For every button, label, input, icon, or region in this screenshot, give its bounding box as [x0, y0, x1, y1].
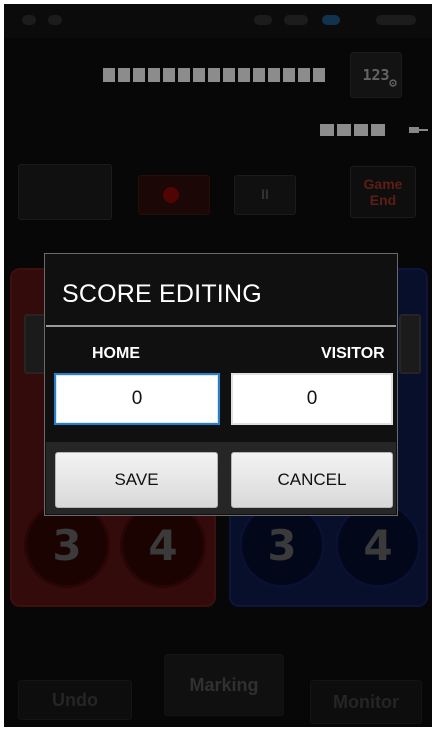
dialog-divider — [46, 325, 396, 327]
visitor-label: VISITOR — [321, 345, 385, 362]
dialog-title: SCORE EDITING — [62, 280, 262, 308]
score-editing-dialog: SCORE EDITING HOME VISITOR SAVE CANCEL — [44, 253, 398, 516]
home-label: HOME — [92, 345, 140, 362]
cancel-button[interactable]: CANCEL — [231, 452, 393, 508]
visitor-score-input[interactable] — [231, 373, 393, 425]
home-score-input[interactable] — [54, 373, 220, 425]
save-button[interactable]: SAVE — [55, 452, 218, 508]
